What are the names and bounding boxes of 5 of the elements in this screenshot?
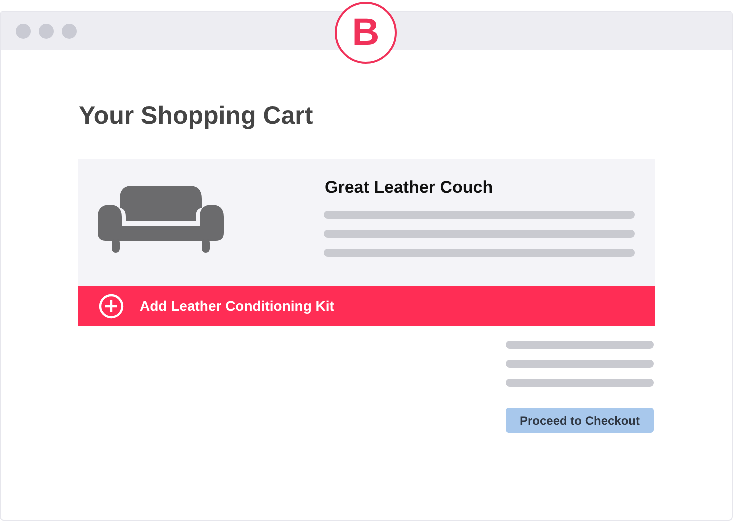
plus-circle-icon [99, 294, 124, 318]
product-name: Great Leather Couch [325, 178, 494, 198]
add-on-button[interactable]: Add Leather Conditioning Kit [78, 286, 655, 326]
page-heading: Your Shopping Cart [79, 101, 314, 131]
checkout-button[interactable]: Proceed to Checkout [506, 408, 654, 433]
